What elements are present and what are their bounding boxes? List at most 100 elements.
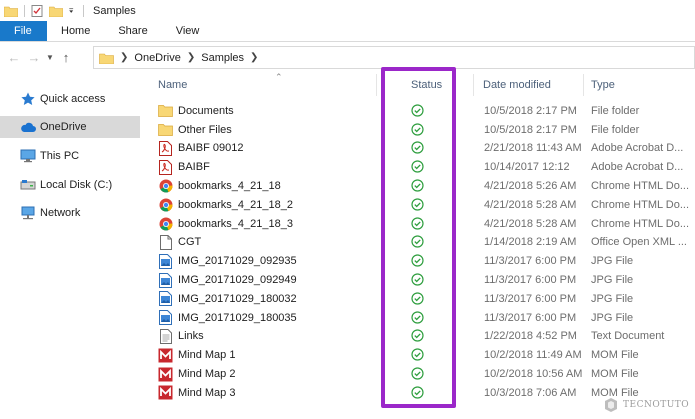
watermark-text: TECNOTUTO <box>623 400 690 410</box>
file-name-cell[interactable]: bookmarks_4_21_18_3 <box>158 216 293 231</box>
column-header-date-modified[interactable]: Date modified <box>483 72 551 98</box>
file-name-cell[interactable]: bookmarks_4_21_18 <box>158 179 281 194</box>
window-title: Samples <box>93 4 136 17</box>
file-type: JPG File <box>591 274 634 287</box>
file-type: JPG File <box>591 255 634 268</box>
file-date-modified: 4/21/2018 5:26 AM <box>484 180 577 193</box>
forward-arrow-icon[interactable]: → <box>24 50 44 65</box>
file-name: IMG_20171029_092935 <box>178 255 297 268</box>
mindmap-icon <box>158 367 173 382</box>
column-divider[interactable] <box>376 74 377 96</box>
file-name-cell[interactable]: IMG_20171029_180032 <box>158 291 297 307</box>
folder-icon <box>158 103 173 118</box>
tab-view[interactable]: View <box>162 21 214 41</box>
column-divider[interactable] <box>473 74 474 96</box>
sidebar-item-label: OneDrive <box>40 121 87 133</box>
file-type: Adobe Acrobat D... <box>591 161 684 174</box>
file-name: CGT <box>178 236 202 249</box>
chrome-icon <box>158 179 173 194</box>
file-type: Office Open XML ... <box>591 236 687 249</box>
file-name: bookmarks_4_21_18 <box>178 180 281 193</box>
navigation-bar: ← → ▼ ↑ ❯ OneDrive ❯ Samples ❯ <box>0 42 695 72</box>
file-name-cell[interactable]: IMG_20171029_092935 <box>158 253 297 269</box>
image-icon <box>158 291 173 307</box>
file-type: MOM File <box>591 349 639 362</box>
file-date-modified: 11/3/2017 6:00 PM <box>484 274 577 287</box>
chrome-icon <box>158 197 173 212</box>
mindmap-icon <box>158 348 173 363</box>
watermark: TECNOTUTO <box>603 397 689 413</box>
file-name-cell[interactable]: Other Files <box>158 122 232 137</box>
file-name: IMG_20171029_180032 <box>178 292 297 305</box>
file-date-modified: 4/21/2018 5:28 AM <box>484 217 577 230</box>
sidebar-item-onedrive[interactable]: OneDrive <box>0 116 140 138</box>
properties-icon[interactable] <box>30 4 44 17</box>
file-date-modified: 2/21/2018 11:43 AM <box>484 142 582 155</box>
new-folder-icon[interactable] <box>49 5 63 17</box>
up-arrow-icon[interactable]: ↑ <box>56 50 76 65</box>
dropdown-icon[interactable] <box>68 5 77 17</box>
chevron-right-icon[interactable]: ❯ <box>120 52 128 63</box>
sidebar-item-local-disk[interactable]: Local Disk (C:) <box>0 174 140 196</box>
back-arrow-icon[interactable]: ← <box>4 50 24 65</box>
drive-icon <box>20 178 36 192</box>
file-date-modified: 10/14/2017 12:12 <box>484 161 570 174</box>
file-date-modified: 4/21/2018 5:28 AM <box>484 198 577 211</box>
file-name-cell[interactable]: BAIBF 09012 <box>158 140 243 156</box>
sidebar-item-network[interactable]: Network <box>0 202 140 224</box>
file-type: Chrome HTML Do... <box>591 198 690 211</box>
file-name-cell[interactable]: IMG_20171029_092949 <box>158 272 297 288</box>
file-name: IMG_20171029_092949 <box>178 274 297 287</box>
file-type: Adobe Acrobat D... <box>591 142 684 155</box>
file-date-modified: 10/3/2018 7:06 AM <box>484 386 577 399</box>
column-divider[interactable] <box>583 74 584 96</box>
file-name: Other Files <box>178 123 232 136</box>
breadcrumb-onedrive[interactable]: OneDrive <box>134 52 180 64</box>
file-name: IMG_20171029_180035 <box>178 311 297 324</box>
file-type: Text Document <box>591 330 665 343</box>
chevron-right-icon[interactable]: ❯ <box>187 52 195 63</box>
file-type: JPG File <box>591 311 634 324</box>
tab-file[interactable]: File <box>0 21 47 41</box>
tab-share[interactable]: Share <box>104 21 161 41</box>
file-name-cell[interactable]: Mind Map 3 <box>158 385 235 400</box>
recent-locations-chevron-icon[interactable]: ▼ <box>44 53 56 62</box>
image-icon <box>158 253 173 269</box>
file-name: bookmarks_4_21_18_3 <box>178 217 293 230</box>
address-bar[interactable]: ❯ OneDrive ❯ Samples ❯ <box>93 46 695 69</box>
pdf-icon <box>158 159 173 175</box>
tecnotuto-logo-icon <box>605 398 617 412</box>
column-header-name[interactable]: Name <box>158 72 187 98</box>
column-header-type[interactable]: Type <box>591 72 615 98</box>
title-bar: Samples <box>0 0 695 21</box>
file-name-cell[interactable]: Mind Map 1 <box>158 348 235 363</box>
folder-icon <box>158 122 173 137</box>
file-name-cell[interactable]: CGT <box>158 234 202 250</box>
file-date-modified: 11/3/2017 6:00 PM <box>484 255 577 268</box>
file-name-cell[interactable]: BAIBF <box>158 159 210 175</box>
file-name-cell[interactable]: bookmarks_4_21_18_2 <box>158 197 293 212</box>
sidebar-item-quick-access[interactable]: Quick access <box>0 88 140 110</box>
file-date-modified: 1/22/2018 4:52 PM <box>484 330 577 343</box>
file-name-cell[interactable]: IMG_20171029_180035 <box>158 310 297 326</box>
file-name-cell[interactable]: Documents <box>158 103 234 118</box>
pdf-icon <box>158 140 173 156</box>
sidebar-item-label: Network <box>40 207 81 219</box>
star-icon <box>20 92 36 106</box>
file-name-cell[interactable]: Mind Map 2 <box>158 367 235 382</box>
file-type: Chrome HTML Do... <box>591 217 690 230</box>
file-type: MOM File <box>591 368 639 381</box>
divider <box>83 4 84 17</box>
sidebar-item-this-pc[interactable]: This PC <box>0 145 140 167</box>
ribbon-tabs: File Home Share View <box>0 21 695 42</box>
breadcrumb-samples[interactable]: Samples <box>201 52 244 64</box>
tab-home[interactable]: Home <box>47 21 104 41</box>
chrome-icon <box>158 216 173 231</box>
file-name-cell[interactable]: Links <box>158 328 204 344</box>
status-column-highlight <box>381 67 456 408</box>
mindmap-icon <box>158 385 173 400</box>
cloud-icon <box>20 120 36 134</box>
sidebar-item-label: Local Disk (C:) <box>40 179 113 191</box>
chevron-right-icon[interactable]: ❯ <box>250 52 258 63</box>
file-date-modified: 10/5/2018 2:17 PM <box>484 104 577 117</box>
